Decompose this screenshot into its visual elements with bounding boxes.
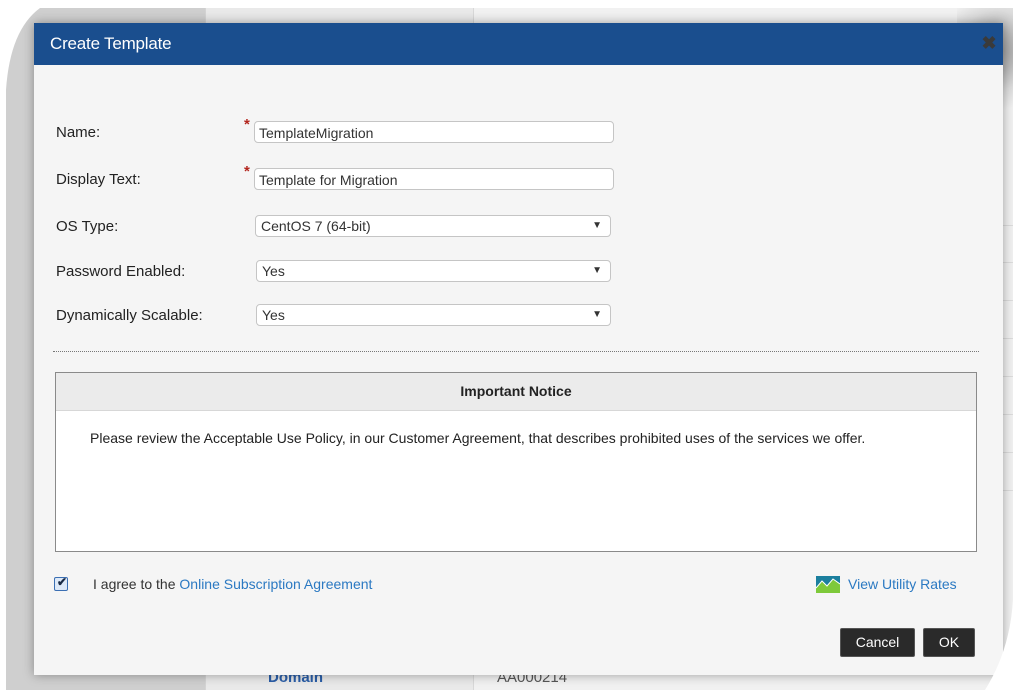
display-text-row: Display Text: * Template for Migration	[34, 163, 1003, 194]
dialog-header: Create Template ✖	[34, 23, 1003, 65]
close-icon[interactable]: ✖	[981, 34, 997, 52]
important-notice-panel: Important Notice Please review the Accep…	[55, 372, 977, 552]
os-type-select[interactable]: CentOS 7 (64-bit) ▼	[255, 215, 611, 237]
dropdown-arrow-icon: ▼	[592, 265, 602, 276]
agreement-row: ✔ I agree to the Online Subscription Agr…	[54, 575, 984, 596]
cancel-button[interactable]: Cancel	[840, 628, 915, 657]
dynamically-scalable-row: Dynamically Scalable: Yes ▼	[34, 304, 1003, 330]
notice-body: Please review the Acceptable Use Policy,…	[90, 430, 866, 446]
display-text-input[interactable]: Template for Migration	[254, 168, 614, 190]
dialog-title: Create Template	[50, 34, 172, 53]
notice-header: Important Notice	[56, 373, 976, 411]
password-enabled-row: Password Enabled: Yes ▼	[34, 260, 1003, 286]
password-enabled-label: Password Enabled:	[56, 263, 186, 280]
name-row: Name: * TemplateMigration	[34, 116, 1003, 147]
name-input[interactable]: TemplateMigration	[254, 121, 614, 143]
notice-title: Important Notice	[460, 383, 572, 399]
dropdown-arrow-icon: ▼	[592, 220, 602, 231]
dynamically-scalable-value: Yes	[262, 307, 285, 323]
password-enabled-value: Yes	[262, 263, 285, 279]
create-template-dialog: Create Template ✖ Name: * TemplateMigrat…	[34, 23, 1003, 675]
display-text-label: Display Text:	[56, 171, 141, 188]
os-type-label: OS Type:	[56, 218, 119, 235]
password-enabled-select[interactable]: Yes ▼	[256, 260, 611, 282]
agreement-text: I agree to the Online Subscription Agree…	[93, 576, 372, 592]
dropdown-arrow-icon: ▼	[592, 309, 602, 320]
view-utility-rates-link[interactable]: View Utility Rates	[848, 576, 957, 592]
checkmark-icon: ✔	[57, 575, 68, 589]
section-divider	[53, 351, 979, 352]
ok-button[interactable]: OK	[923, 628, 975, 657]
required-marker: *	[244, 163, 250, 180]
agreement-checkbox[interactable]: ✔	[54, 575, 68, 591]
agreement-prefix: I agree to the	[93, 576, 176, 592]
dynamically-scalable-select[interactable]: Yes ▼	[256, 304, 611, 326]
os-type-value: CentOS 7 (64-bit)	[261, 218, 371, 234]
os-type-row: OS Type: CentOS 7 (64-bit) ▼	[34, 215, 1003, 241]
subscription-agreement-link[interactable]: Online Subscription Agreement	[179, 576, 372, 592]
chart-icon[interactable]	[816, 576, 840, 593]
dynamically-scalable-label: Dynamically Scalable:	[56, 307, 203, 324]
required-marker: *	[244, 116, 250, 133]
name-label: Name:	[56, 124, 101, 141]
